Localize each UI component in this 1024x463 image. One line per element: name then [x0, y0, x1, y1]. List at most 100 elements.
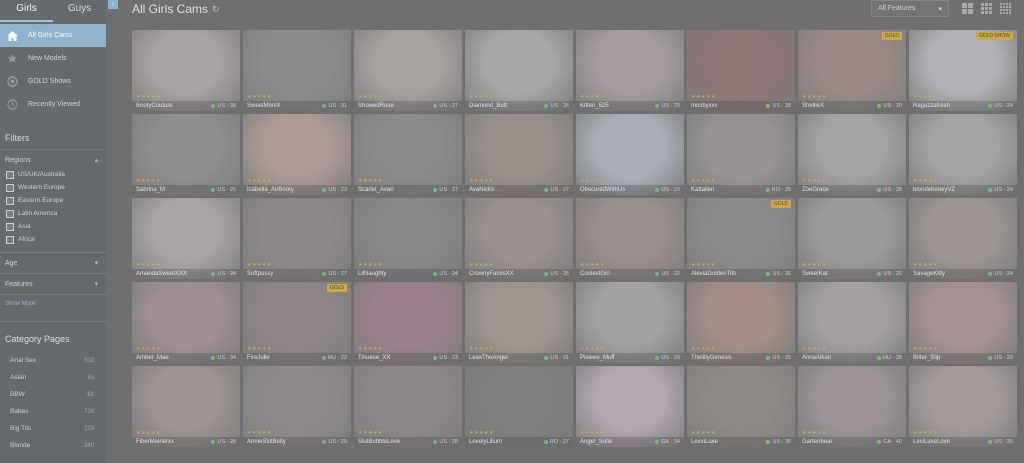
cam-card[interactable]: ★★★★★ Scarlet_Avari US · 27 — [354, 114, 462, 195]
category-list: Anal Sex 302 Asian 81 BBW 61 Babes 716 Big T… — [0, 352, 106, 454]
clock-icon — [6, 99, 18, 111]
chevron-up-icon: ▴ — [94, 157, 98, 164]
category-link-asian[interactable]: Asian 81 — [0, 369, 106, 386]
cam-card[interactable]: ★★★★★ SweetKat US · 26 — [798, 198, 906, 279]
model-meta: US · 29 — [322, 439, 347, 445]
cam-card[interactable]: ★★★★★ LilNaughty US · 24 — [354, 198, 462, 279]
nav-item-gold-shows[interactable]: GOLD Shows — [0, 70, 106, 93]
tab-girls[interactable]: Girls — [0, 0, 53, 22]
category-link-babes[interactable]: Babes 716 — [0, 403, 106, 420]
cam-card[interactable]: ★★★★★ ObscuredWithUs US · 23 — [576, 114, 684, 195]
cam-card[interactable]: ★★★★★ LexxiLuxe US · 30 — [687, 366, 795, 447]
region-checkbox-africa[interactable]: Africa — [0, 233, 106, 246]
cam-info-bar: AnnaAlkan HU · 28 — [798, 353, 906, 363]
grid-small-icon[interactable] — [1000, 3, 1011, 14]
checkbox[interactable] — [6, 183, 14, 192]
region-label: Africa — [18, 236, 35, 243]
cam-card[interactable]: ★★★★★ SweetMoniX US · 31 — [243, 30, 351, 111]
cam-card[interactable]: ★★★★★ BootyCouture US · 35 — [132, 30, 240, 111]
cam-card[interactable]: ★★★★★ ThelillyGenesis US · 25 — [687, 282, 795, 363]
checkbox[interactable] — [6, 170, 14, 179]
tab-guys[interactable]: Guys — [53, 0, 106, 22]
category-label: Big Tits — [10, 425, 32, 432]
cam-card[interactable]: ★★★★★ Kitten_525 US · 29 — [576, 30, 684, 111]
model-country: US — [217, 271, 225, 277]
region-checkbox-latin-america[interactable]: Latin America — [0, 207, 106, 220]
cam-card[interactable]: ★★★★★ Gartenbear CA · 40 — [798, 366, 906, 447]
grid-large-icon[interactable] — [962, 3, 973, 14]
cam-card[interactable]: ★★★★★ Bitter_Slip US · 23 — [909, 282, 1017, 363]
cam-card[interactable]: ★★★★★ mosbyxxx US · 28 — [687, 30, 795, 111]
cam-card[interactable]: ★★★★★ LovelyLilium RO · 27 — [465, 366, 573, 447]
cam-card[interactable]: ★★★★★ Angel_Sofie GB · 34 — [576, 366, 684, 447]
category-link-bbw[interactable]: BBW 61 — [0, 386, 106, 403]
cam-card[interactable]: ★★★★★ AnnaAlkan HU · 28 — [798, 282, 906, 363]
nav-item-recently-viewed[interactable]: Recently Viewed — [0, 93, 106, 116]
category-link-big-tits[interactable]: Big Tits 223 — [0, 420, 106, 437]
cam-info-bar: mosbyxxx US · 28 — [687, 101, 795, 111]
region-checkbox-eastern-europe[interactable]: Eastern Europe — [0, 194, 106, 207]
cam-card[interactable]: GOLD ★★★★★ AlexiaGoldenTits US · 26 — [687, 198, 795, 279]
rating-stars-icon: ★★★★★ — [247, 430, 272, 436]
cam-card[interactable]: ★★★★★ CoolestGirl US · 22 — [576, 198, 684, 279]
cam-card[interactable]: ★★★★★ ZoeGrace US · 28 — [798, 114, 906, 195]
rating-stars-icon: ★★★★★ — [358, 94, 383, 100]
cam-card[interactable]: ★★★★★ ShowedRose US · 27 — [354, 30, 462, 111]
checkbox[interactable] — [6, 235, 14, 244]
cam-card[interactable]: ★★★★★ Sabrina_M US · 25 — [132, 114, 240, 195]
cam-card[interactable]: ★★★★★ FiberMeinerxx US · 28 — [132, 366, 240, 447]
region-checkbox-asia[interactable]: Asia — [0, 220, 106, 233]
checkbox[interactable] — [6, 222, 14, 231]
cam-card[interactable]: GOLD ★★★★★ FireJulie RU · 22 — [243, 282, 351, 363]
model-age: 27 — [451, 103, 458, 109]
model-name: Pixieee_Muff — [580, 355, 615, 361]
model-meta: US · 27 — [322, 271, 347, 277]
cam-card[interactable]: ★★★★★ Amber_Mae US · 34 — [132, 282, 240, 363]
cam-card[interactable]: ★★★★★ AnnieSlutBelly US · 29 — [243, 366, 351, 447]
cam-card[interactable]: ★★★★★ SavageKitty US · 24 — [909, 198, 1017, 279]
cam-card[interactable]: ★★★★★ Tinuese_XX US · 23 — [354, 282, 462, 363]
region-checkbox-us-uk-australia[interactable]: US/UK/Australia — [0, 168, 106, 181]
online-status-icon — [433, 440, 438, 444]
regions-filter-toggle[interactable]: Regions ▴ — [0, 150, 106, 168]
cam-card[interactable]: ★★★★★ SlutBubbleLove US · 28 — [354, 366, 462, 447]
rating-stars-icon: ★★★★★ — [358, 262, 383, 268]
cam-card[interactable]: ★★★★★ Softpussy US · 27 — [243, 198, 351, 279]
cam-card[interactable]: ★★★★★ LeaxTheAngel US · 31 — [465, 282, 573, 363]
cam-card[interactable]: ★★★★★ Pixieee_Muff US · 29 — [576, 282, 684, 363]
online-status-icon — [543, 440, 548, 444]
online-status-icon — [766, 440, 771, 444]
features-dropdown[interactable]: All Features ▾ — [871, 0, 949, 17]
model-meta: US · 35 — [211, 103, 236, 109]
model-age: 31 — [562, 355, 569, 361]
refresh-icon[interactable]: ↻ — [212, 4, 220, 15]
region-checkbox-western-europe[interactable]: Western Europe — [0, 181, 106, 194]
cam-card[interactable]: ★★★★★ CrownyFacesXX US · 25 — [465, 198, 573, 279]
online-status-icon — [655, 356, 660, 360]
rating-stars-icon: ★★★★★ — [802, 430, 827, 436]
grid-medium-icon[interactable] — [981, 3, 992, 14]
cam-card[interactable]: ★★★★★ AvaNicks US · 27 — [465, 114, 573, 195]
cam-card[interactable]: ★★★★★ Diamond_Butt US · 26 — [465, 30, 573, 111]
cam-card[interactable]: GOLD ★★★★★ ShellieX US · 30 — [798, 30, 906, 111]
features-filter-toggle[interactable]: Features ▾ — [0, 274, 106, 294]
nav-item-new-models[interactable]: New Models — [0, 47, 106, 70]
category-link-anal-sex[interactable]: Anal Sex 302 — [0, 352, 106, 369]
model-age: 23 — [1006, 355, 1013, 361]
checkbox[interactable] — [6, 196, 14, 205]
cam-card[interactable]: ★★★★★ LexiLuxeLove US · 25 — [909, 366, 1017, 447]
cam-card[interactable]: GOLD SHOW ★★★★★ Ragazzafresh US · 24 — [909, 30, 1017, 111]
cam-card[interactable]: ★★★★★ Isabella_AnBooty US · 23 — [243, 114, 351, 195]
checkbox[interactable] — [6, 209, 14, 218]
rating-stars-icon: ★★★★★ — [358, 430, 383, 436]
cam-card[interactable]: ★★★★★ Kattallen RO · 29 — [687, 114, 795, 195]
cam-card[interactable]: ★★★★★ blondehoneyVZ US · 24 — [909, 114, 1017, 195]
cam-card[interactable]: ★★★★★ AmandaSweetXXX US · 24 — [132, 198, 240, 279]
category-link-blonde[interactable]: Blonde 340 — [0, 437, 106, 454]
model-meta: US · 31 — [322, 103, 347, 109]
sidebar-collapse-button[interactable]: ‹ — [108, 0, 118, 9]
age-filter-toggle[interactable]: Age ▾ — [0, 253, 106, 273]
model-name: AlexiaGoldenTits — [691, 271, 737, 277]
show-more-link[interactable]: Show More — [0, 295, 106, 321]
nav-item-all-girls-cams[interactable]: All Girls Cams — [0, 24, 106, 47]
